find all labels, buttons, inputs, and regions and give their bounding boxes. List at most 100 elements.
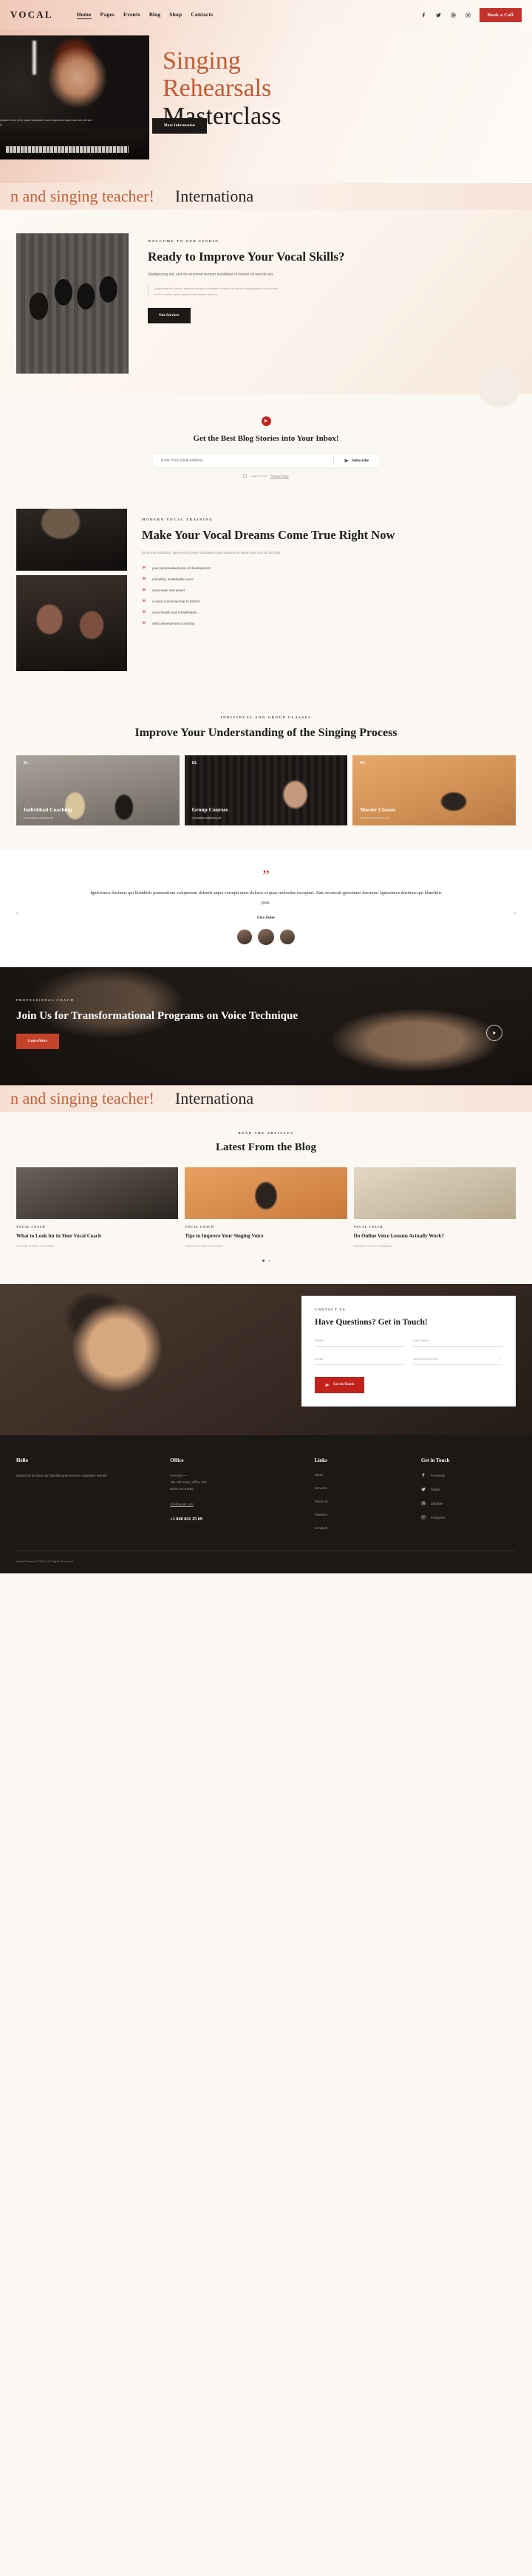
- post-meta: December 21 2023 • 0 Comments: [16, 1245, 55, 1248]
- class-card-master[interactable]: 03. Master Classes Consectetur adipiscin…: [352, 755, 516, 825]
- last-name-field[interactable]: Last Name: [413, 1339, 502, 1347]
- footer-link-contacts[interactable]: Contacts: [315, 1526, 409, 1530]
- email-field[interactable]: Email: [315, 1357, 404, 1365]
- dreams-text: MODERN VOCAL TRAINING Make Your Vocal Dr…: [142, 509, 516, 671]
- post-title: What to Look for in Your Vocal Coach: [16, 1233, 101, 1240]
- carousel-dots: [0, 1260, 532, 1263]
- card-title: Group Courses: [191, 806, 228, 813]
- card-title: Individual Coaching: [24, 806, 72, 813]
- next-arrow-icon[interactable]: →: [510, 909, 519, 918]
- list-item: ✳ vocal health and rehabilitation: [142, 610, 516, 615]
- email-input[interactable]: [153, 453, 334, 467]
- feature-label: a voice connected top to bottom: [151, 599, 200, 603]
- avatar[interactable]: [258, 929, 274, 946]
- carousel-dot[interactable]: [262, 1260, 265, 1263]
- join-content: PROFESSIONAL COACH Join Us for Transform…: [16, 998, 298, 1049]
- footer-office-title: Office: [170, 1457, 184, 1464]
- card-title: Master Classes: [360, 806, 396, 813]
- name-field[interactable]: Name: [315, 1339, 404, 1347]
- paper-plane-icon: [325, 1383, 330, 1387]
- dribbble-icon[interactable]: [450, 12, 457, 18]
- footer-link-about[interactable]: About Us: [315, 1500, 409, 1503]
- nav-item-pages[interactable]: Pages: [100, 11, 115, 19]
- asterisk-icon: ✳: [142, 576, 146, 582]
- footer-social-label: Twitter: [430, 1487, 440, 1491]
- post-image: [185, 1167, 347, 1220]
- dreams-image-bottom: [16, 574, 127, 671]
- twitter-icon[interactable]: [435, 12, 442, 18]
- agree-checkbox[interactable]: [243, 473, 248, 478]
- play-icon[interactable]: [486, 1025, 502, 1042]
- card-number: 02.: [191, 760, 198, 766]
- footer-col-office: Office Germany — 785 15h Street, Office …: [170, 1457, 302, 1530]
- post-category: VOCAL COACH: [16, 1226, 46, 1229]
- footer-link-home[interactable]: Home: [315, 1473, 409, 1477]
- main-nav: Home Pages Events Blog Shop Contacts: [76, 11, 214, 19]
- asterisk-icon: ✳: [142, 609, 146, 615]
- avatar[interactable]: [280, 930, 295, 945]
- footer-social-instagram[interactable]: Instagram: [421, 1515, 516, 1519]
- testimonial-avatars: [0, 929, 532, 946]
- nav-item-home[interactable]: Home: [76, 11, 92, 19]
- nav-item-blog[interactable]: Blog: [149, 11, 160, 19]
- marquee-text-2: Internationa: [174, 1089, 254, 1108]
- footer-links-title: Links: [314, 1457, 327, 1464]
- feature-label: your personalised plan of development: [151, 566, 211, 570]
- subscribe-button[interactable]: Subscribe: [334, 458, 379, 463]
- feature-label: a healthy, sustainable voice: [151, 577, 194, 581]
- paper-plane-icon: [344, 458, 349, 462]
- hero-title-line2: Rehearsals: [163, 75, 272, 103]
- footer-copyright: AxiomThemes © 2023. All Rights Reserved.: [16, 1550, 516, 1573]
- footer-col-links: Links Home Services About Us Features Co…: [315, 1457, 409, 1530]
- dreams-eyebrow: MODERN VOCAL TRAINING: [142, 517, 214, 521]
- list-item: ✳ your personalised plan of development: [142, 566, 516, 571]
- agree-text: I agree to the: [250, 473, 267, 478]
- our-services-button[interactable]: Our Services: [148, 307, 191, 323]
- feature-label: vocal ease and power: [151, 588, 185, 592]
- contact-form-card: CONTACT US Have Questions? Get in Touch!…: [301, 1296, 516, 1407]
- get-in-touch-button[interactable]: Get In Touch: [315, 1376, 365, 1393]
- book-a-call-button[interactable]: Book a Call: [479, 7, 522, 22]
- class-card-individual[interactable]: 01. Individual Coaching Consectetur adip…: [16, 755, 180, 825]
- footer-social-dribbble[interactable]: Dribbble: [421, 1501, 516, 1505]
- blog-post-card[interactable]: VOCAL COACH What to Look for in Your Voc…: [16, 1167, 179, 1248]
- nav-item-contacts[interactable]: Contacts: [191, 11, 213, 19]
- footer-link-services[interactable]: Services: [315, 1486, 409, 1490]
- more-information-button[interactable]: More Information: [151, 118, 207, 134]
- post-meta: December 21 2023 • 0 Comments: [353, 1245, 392, 1248]
- class-card-group[interactable]: 02. Group Courses Consectetur adipiscing…: [184, 755, 348, 825]
- residence-select[interactable]: Select Residence: [413, 1356, 502, 1365]
- join-title: Join Us for Transformational Programs on…: [16, 1010, 299, 1023]
- ready-section: WELCOME TO OUR STUDIO Ready to Improve Y…: [0, 210, 532, 408]
- marquee-band-bottom: n and singing teacher! Internationa: [0, 1085, 532, 1113]
- footer-link-features[interactable]: Features: [315, 1513, 409, 1517]
- blog-post-card[interactable]: VOCAL COACH Tips to Improve Your Singing…: [185, 1167, 347, 1248]
- testimonial-author: Lisa Jones: [256, 916, 276, 921]
- footer-phone[interactable]: +1 840 841 25 69: [170, 1517, 302, 1522]
- footer-office-line-3: Berlin, De 81566: [170, 1486, 194, 1491]
- avatar[interactable]: [237, 930, 252, 945]
- dreams-title: Make Your Vocal Dreams Come True Right N…: [142, 527, 395, 542]
- prev-arrow-icon[interactable]: ←: [13, 909, 22, 918]
- footer-social-twitter[interactable]: Twitter: [421, 1487, 516, 1491]
- facebook-icon[interactable]: [420, 12, 427, 18]
- dreams-images: [16, 508, 127, 671]
- privacy-policy-link[interactable]: Privacy Policy: [270, 474, 289, 478]
- ready-eyebrow: WELCOME TO OUR STUDIO: [148, 239, 219, 243]
- footer-social-facebook[interactable]: Facebook: [421, 1473, 516, 1477]
- send-icon: [261, 416, 271, 426]
- carousel-dot[interactable]: [267, 1260, 270, 1263]
- testimonial-section: ” Ignissimos ducimus qui blanditiis prae…: [0, 850, 532, 968]
- newsletter-form: Subscribe: [153, 453, 379, 467]
- join-eyebrow: PROFESSIONAL COACH: [16, 998, 75, 1003]
- learn-more-button[interactable]: Learn More: [16, 1033, 59, 1049]
- subscribe-label: Subscribe: [352, 458, 369, 463]
- nav-item-shop[interactable]: Shop: [169, 11, 182, 19]
- blog-post-card[interactable]: VOCAL COACH Do Online Voice Lessons Actu…: [353, 1167, 516, 1248]
- logo[interactable]: VOCAL: [10, 9, 53, 21]
- ready-title: Ready to Improve Your Vocal Skills?: [148, 250, 345, 264]
- footer-email-link[interactable]: info@email.com: [170, 1502, 302, 1506]
- ready-quote-text: Adipiscing elit, sed do eiusmod tempor i…: [154, 286, 278, 296]
- nav-item-events[interactable]: Events: [123, 11, 140, 19]
- instagram-icon[interactable]: [465, 12, 471, 18]
